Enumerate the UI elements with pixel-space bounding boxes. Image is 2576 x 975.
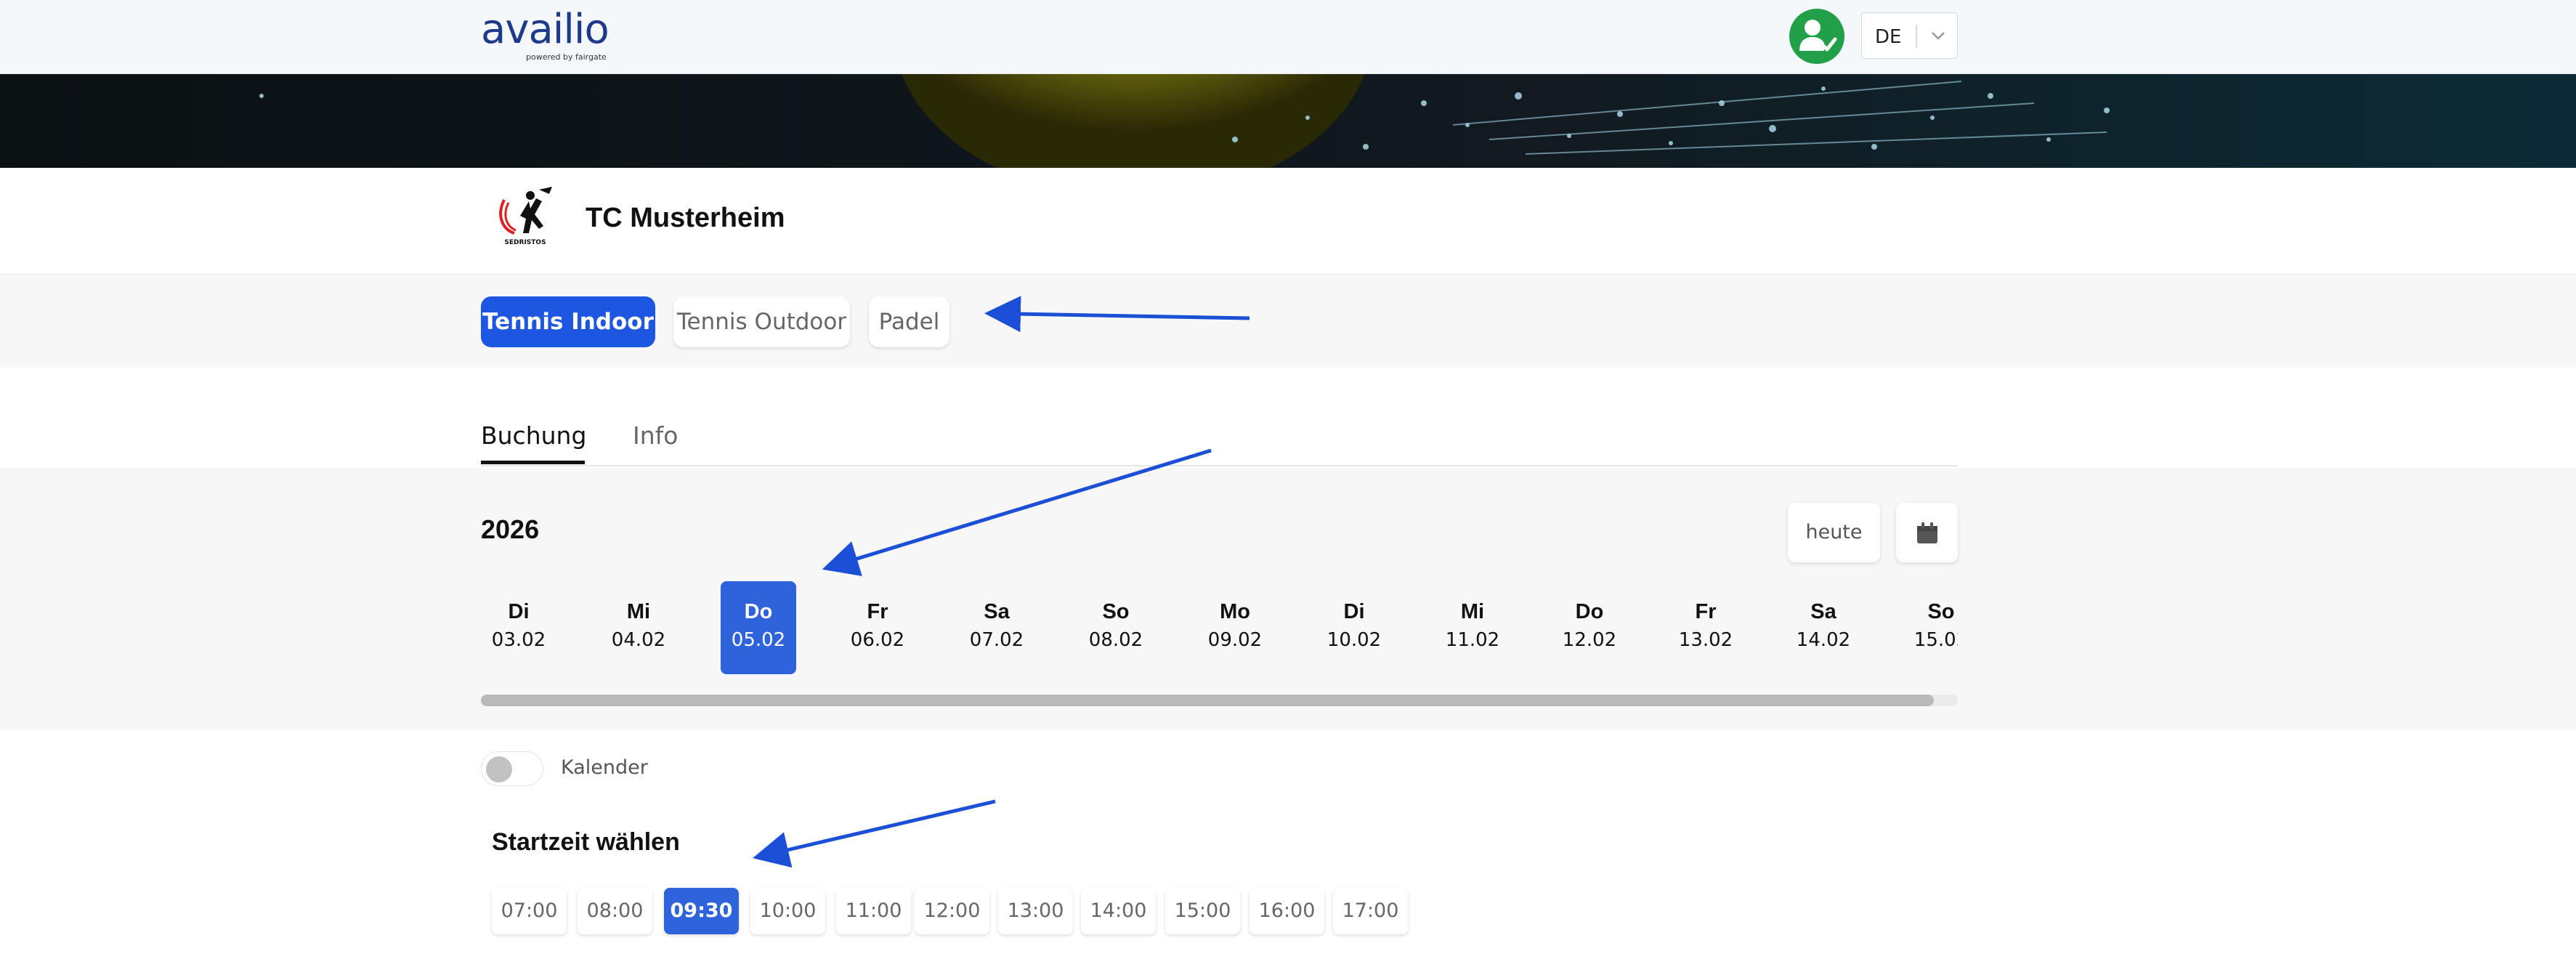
start-time-title: Startzeit wählen <box>492 828 680 856</box>
day-name: Di <box>1343 600 1365 623</box>
calendar-toggle-label: Kalender <box>561 756 648 779</box>
day-date: 05.02 <box>731 629 786 651</box>
date-picker: 2026 heute Di 03.02 Mi 04.02 Do 05.02 Fr 06.… <box>0 468 2576 730</box>
sport-tab-padel[interactable]: Padel <box>869 296 949 347</box>
day-date: 04.02 <box>611 629 666 651</box>
day-strip[interactable]: Di 03.02 Mi 04.02 Do 05.02 Fr 06.02 Sa 07.02 … <box>481 581 1958 683</box>
day-name: Sa <box>984 600 1010 623</box>
day-item[interactable]: Sa 14.02 <box>1786 581 1861 674</box>
day-item[interactable]: Fr 13.02 <box>1668 581 1743 674</box>
time-slot[interactable]: 14:00 <box>1081 888 1156 934</box>
time-slot[interactable]: 11:00 <box>836 888 911 934</box>
calendar-button[interactable] <box>1896 503 1958 562</box>
day-item[interactable]: Do 12.02 <box>1552 581 1627 674</box>
day-name: Do <box>1575 600 1604 623</box>
logo-tagline: powered by fairgate <box>526 52 607 62</box>
day-name: So <box>1102 600 1130 623</box>
day-date: 08.02 <box>1088 629 1143 651</box>
top-bar: availio powered by fairgate DE <box>0 0 2576 74</box>
time-slot[interactable]: 07:00 <box>492 888 567 934</box>
logo-wordmark: availio <box>481 6 609 53</box>
day-date: 11.02 <box>1445 629 1500 651</box>
day-date: 14.02 <box>1796 629 1851 651</box>
time-slot-selected[interactable]: 09:30 <box>664 888 739 934</box>
day-date: 10.02 <box>1327 629 1382 651</box>
arrow-to-start-time <box>753 799 996 868</box>
chevron-down-icon <box>1927 23 1949 48</box>
today-button[interactable]: heute <box>1788 503 1880 562</box>
day-item[interactable]: Sa 07.02 <box>959 581 1034 674</box>
day-date: 07.02 <box>969 629 1024 651</box>
calendar-icon <box>1917 522 1937 543</box>
day-name: Do <box>744 600 773 623</box>
tab-info[interactable]: Info <box>633 421 678 450</box>
tab-buchung[interactable]: Buchung <box>481 421 586 450</box>
day-item[interactable]: So 15.02 <box>1903 581 1958 674</box>
day-date: 15.02 <box>1913 629 1958 651</box>
day-date: 13.02 <box>1678 629 1733 651</box>
language-select[interactable]: DE <box>1861 12 1958 59</box>
day-item[interactable]: Mo 09.02 <box>1197 581 1273 674</box>
club-logo: SEDRISTOS <box>494 185 556 258</box>
day-name: Mi <box>1460 600 1485 623</box>
active-tab-indicator <box>481 461 585 464</box>
sport-tabs: Tennis Indoor Tennis Outdoor Padel <box>0 275 2576 368</box>
language-divider <box>1916 25 1917 48</box>
time-slot[interactable]: 10:00 <box>750 888 825 934</box>
day-item[interactable]: Di 03.02 <box>481 581 556 674</box>
time-slot[interactable]: 12:00 <box>915 888 989 934</box>
club-logo-text: SEDRISTOS <box>504 239 546 246</box>
day-name: Mo <box>1220 600 1250 623</box>
availio-logo[interactable]: availio powered by fairgate <box>481 6 612 62</box>
day-date: 09.02 <box>1207 629 1263 651</box>
day-date: 03.02 <box>491 629 546 651</box>
sport-tab-tennis-indoor[interactable]: Tennis Indoor <box>481 296 655 347</box>
day-name: So <box>1927 600 1955 623</box>
banner-image <box>0 74 2576 168</box>
day-item[interactable]: Di 10.02 <box>1316 581 1392 674</box>
time-slot[interactable]: 16:00 <box>1249 888 1324 934</box>
day-strip-scrollbar[interactable] <box>481 695 1958 706</box>
time-slot[interactable]: 08:00 <box>578 888 652 934</box>
day-item[interactable]: Fr 06.02 <box>840 581 915 674</box>
language-value: DE <box>1875 26 1902 48</box>
day-date: 06.02 <box>850 629 905 651</box>
club-name: TC Musterheim <box>586 203 785 233</box>
day-item[interactable]: Mi 11.02 <box>1435 581 1510 674</box>
day-name: Mi <box>626 600 651 623</box>
day-item[interactable]: Mi 04.02 <box>601 581 676 674</box>
time-slot[interactable]: 17:00 <box>1333 888 1408 934</box>
user-check-icon[interactable] <box>1789 9 1844 64</box>
time-slot[interactable]: 15:00 <box>1165 888 1240 934</box>
day-name: Fr <box>867 600 888 623</box>
toggle-knob <box>486 756 512 782</box>
day-name: Fr <box>1695 600 1717 623</box>
day-name: Di <box>508 600 530 623</box>
calendar-toggle[interactable] <box>481 751 543 786</box>
time-slot[interactable]: 13:00 <box>998 888 1073 934</box>
year-label: 2026 <box>481 514 540 544</box>
sport-tab-tennis-outdoor[interactable]: Tennis Outdoor <box>673 296 850 347</box>
day-item[interactable]: So 08.02 <box>1078 581 1154 674</box>
club-header: SEDRISTOS TC Musterheim <box>0 168 2576 275</box>
day-date: 12.02 <box>1562 629 1617 651</box>
day-name: Sa <box>1810 600 1836 623</box>
scrollbar-thumb[interactable] <box>481 695 1934 706</box>
day-item-selected[interactable]: Do 05.02 <box>721 581 796 674</box>
content-tabs: Buchung Info <box>481 414 1958 466</box>
